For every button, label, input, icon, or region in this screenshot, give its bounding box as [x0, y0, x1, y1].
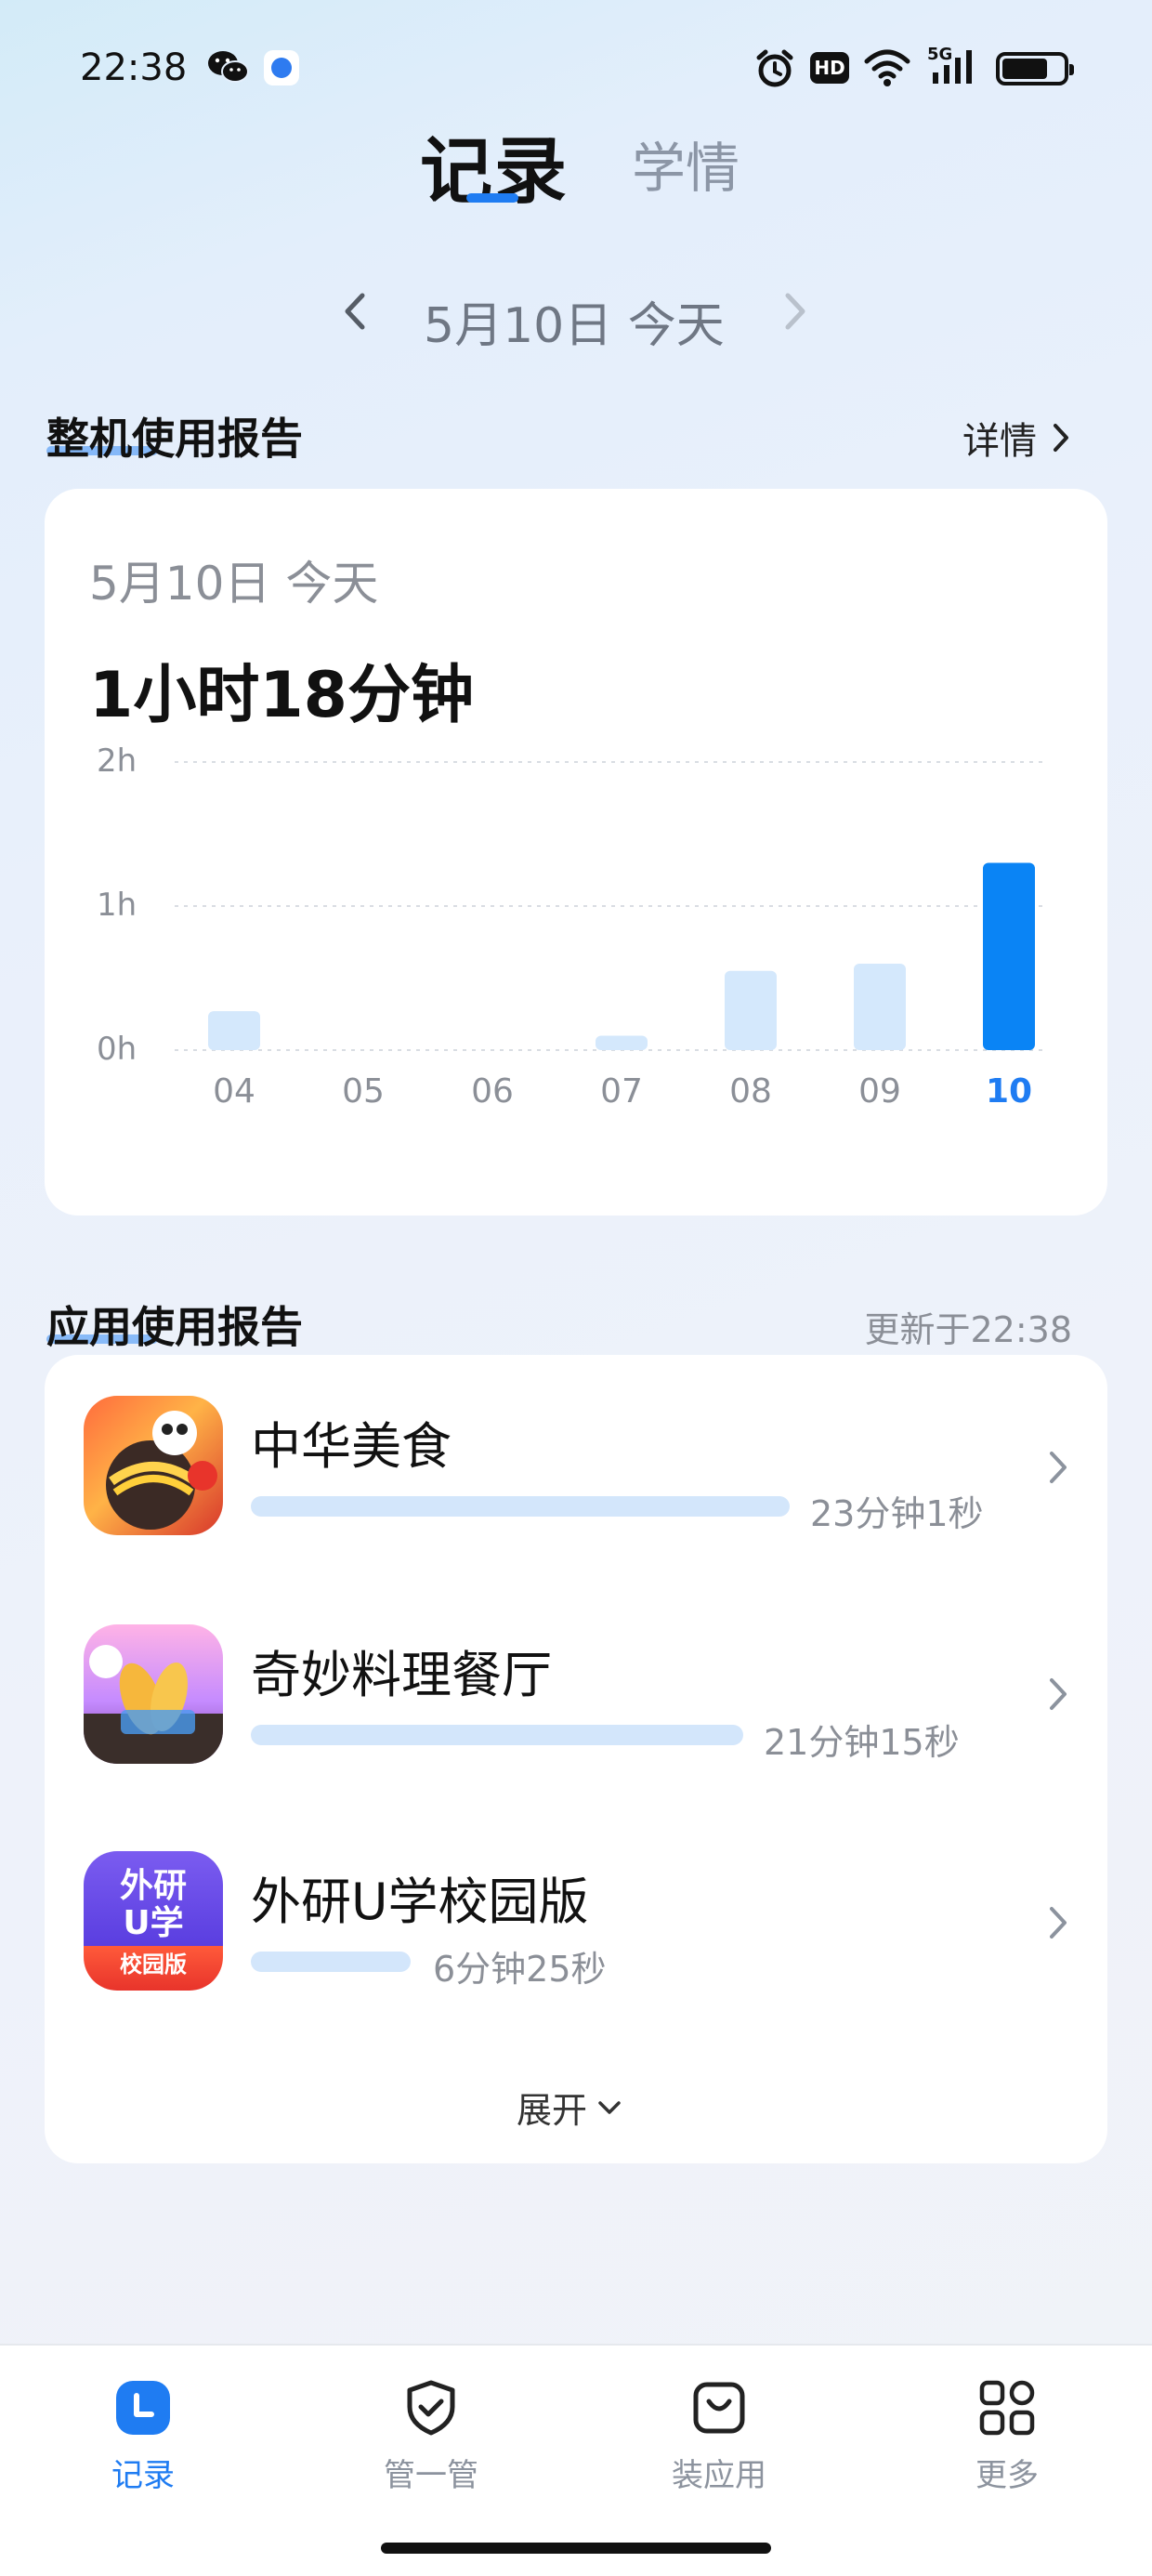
usage-progress-bar	[251, 1952, 411, 1972]
app-store-bag-icon	[693, 2382, 745, 2434]
wechat-icon	[208, 51, 249, 83]
nav-record[interactable]: 记录	[50, 2379, 236, 2495]
app-report-title: 应用使用报告	[46, 1302, 303, 1352]
details-label: 详情	[962, 420, 1037, 463]
expand-label: 展开	[517, 2090, 588, 2131]
x-tick-label: 08	[729, 1072, 772, 1111]
nav-label: 管一管	[384, 2457, 478, 2494]
wifi-icon	[864, 49, 910, 86]
shield-check-icon	[407, 2380, 455, 2436]
waiyan-uxue-app-icon: 外研 U学 校园版	[84, 1851, 223, 1991]
x-tick-label: 05	[342, 1072, 385, 1111]
y-tick-label: 1h	[97, 887, 137, 924]
chevron-right-icon	[1054, 424, 1068, 452]
x-tick-label: 04	[213, 1072, 255, 1111]
x-tick-label: 07	[600, 1072, 643, 1111]
details-link[interactable]: 详情	[962, 411, 1070, 465]
app-name: 中华美食	[251, 1417, 452, 1476]
usage-bar-chart: 0h 1h 2h 04 05 06 07 08 09 10	[97, 743, 1048, 1111]
record-clock-icon	[116, 2381, 170, 2435]
nav-label: 记录	[111, 2457, 175, 2494]
home-indicator	[381, 2543, 771, 2554]
app-name: 奇妙料理餐厅	[251, 1646, 552, 1704]
qimiao-liaoli-app-icon	[84, 1624, 223, 1764]
y-tick-label: 0h	[97, 1031, 137, 1068]
icon-text: 外研	[119, 1867, 187, 1905]
card-date: 5月10日 今天	[89, 557, 379, 611]
app-name: 外研U学校园版	[251, 1873, 589, 1931]
5g-signal-icon	[933, 50, 972, 84]
chevron-down-icon	[598, 2100, 621, 2114]
device-report-title: 整机使用报告	[46, 414, 303, 464]
bar-10[interactable]	[983, 862, 1035, 1051]
status-time: 22:38	[80, 46, 188, 89]
x-tick-label: 09	[858, 1072, 901, 1111]
alarm-icon	[756, 49, 793, 87]
expand-button[interactable]: 展开	[517, 2082, 622, 2133]
total-usage: 1小时18分钟	[89, 659, 474, 732]
nav-label: 更多	[975, 2457, 1039, 2494]
hd-icon: HD	[810, 52, 849, 84]
app-usage-time: 21分钟15秒	[764, 1722, 960, 1763]
app-usage-time: 23分钟1秒	[810, 1493, 984, 1534]
app-notification-icon	[264, 50, 299, 85]
chevron-right-icon	[1050, 1907, 1067, 1939]
tab-active-indicator	[466, 193, 518, 203]
y-tick-label: 2h	[97, 743, 137, 780]
usage-progress-bar	[251, 1496, 790, 1517]
chevron-right-icon	[1050, 1678, 1067, 1710]
icon-text: 校园版	[120, 1952, 187, 1978]
app-usage-time: 6分钟25秒	[433, 1949, 607, 1990]
zhonghua-meishi-app-icon	[84, 1396, 223, 1535]
battery-icon	[996, 52, 1074, 85]
x-tick-label: 06	[471, 1072, 514, 1111]
bar-08[interactable]	[725, 970, 777, 1050]
date-label: 5月10日 今天	[424, 298, 725, 354]
chevron-left-icon[interactable]	[336, 279, 373, 344]
usage-progress-bar	[251, 1725, 743, 1745]
nav-manage[interactable]: 管一管	[338, 2379, 524, 2495]
bar-09[interactable]	[854, 964, 906, 1050]
bar-04[interactable]	[208, 1011, 260, 1050]
nav-more[interactable]: 更多	[914, 2379, 1100, 2495]
update-time: 更新于22:38	[864, 1309, 1072, 1350]
icon-text: U学	[123, 1904, 184, 1942]
x-tick-label: 10	[986, 1072, 1032, 1111]
chevron-right-icon	[1050, 1452, 1067, 1483]
bar-07[interactable]	[596, 1035, 648, 1051]
grid-more-icon	[979, 2380, 1035, 2436]
nav-label: 装应用	[672, 2457, 766, 2494]
nav-install-apps[interactable]: 装应用	[626, 2379, 812, 2495]
chevron-right-icon[interactable]	[777, 279, 814, 344]
tab-study[interactable]: 学情	[632, 125, 740, 203]
